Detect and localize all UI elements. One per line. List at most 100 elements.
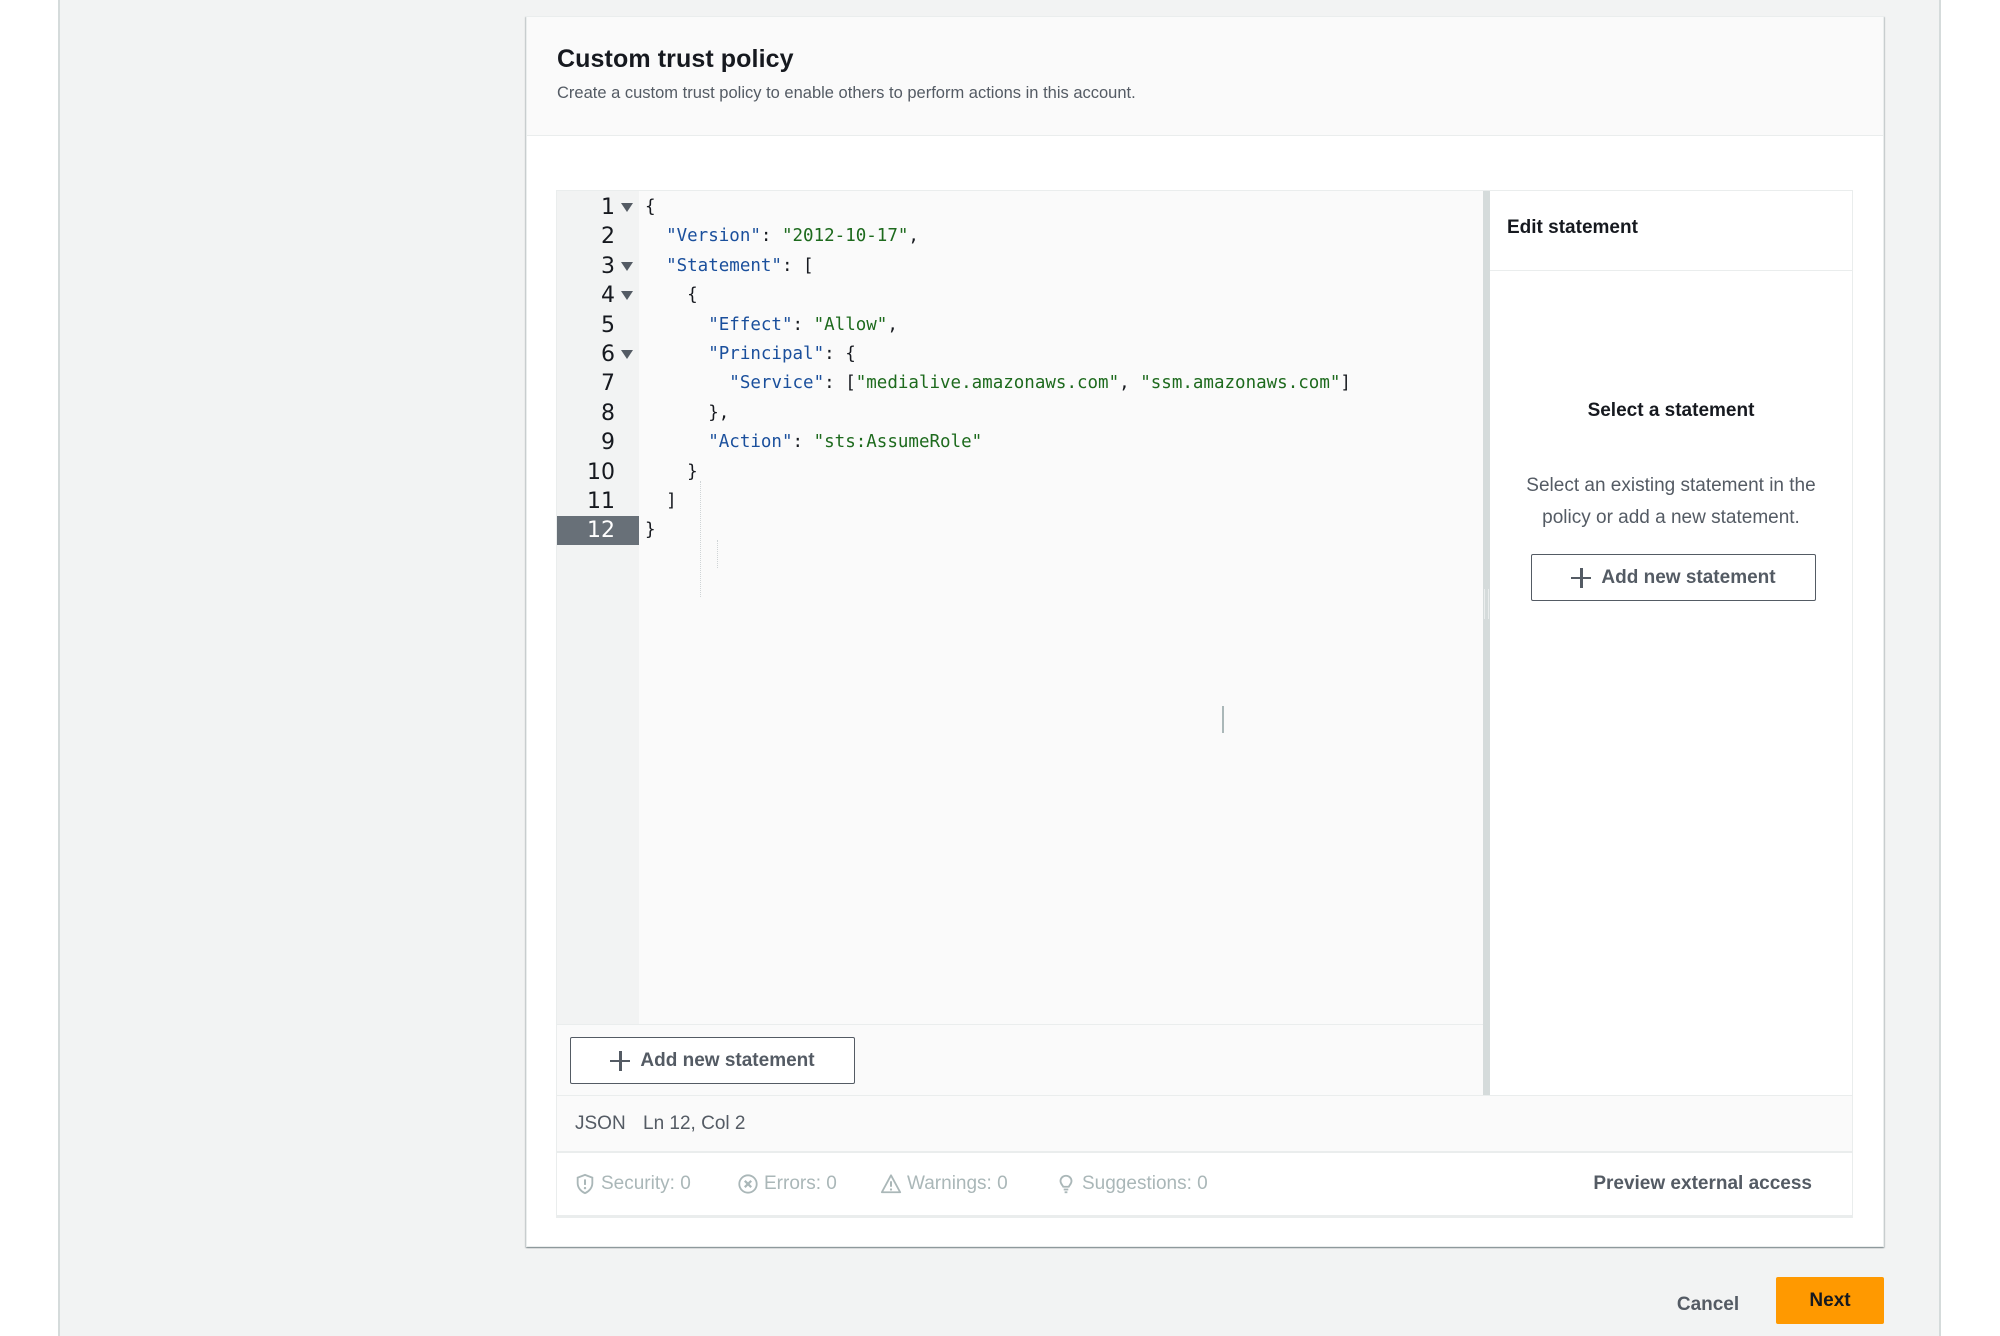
fold-arrow-icon[interactable] xyxy=(621,203,633,212)
resize-grip-icon xyxy=(1484,589,1489,619)
indent-guide xyxy=(700,481,701,597)
json-key: "Statement" xyxy=(666,255,782,276)
warning-icon xyxy=(880,1174,902,1194)
preview-external-access-button[interactable]: Preview external access xyxy=(1593,1173,1812,1195)
json-punctuation: : xyxy=(760,226,782,247)
security-check[interactable]: Security: 0 xyxy=(574,1173,691,1195)
shield-icon xyxy=(576,1173,594,1195)
line-number-text: 12 xyxy=(587,518,615,544)
json-punctuation: ] xyxy=(1340,373,1351,394)
policy-checks-bar: Security: 0 Errors: 0 Warnings: 0 Sugges… xyxy=(557,1153,1852,1217)
edit-statement-panel: Edit statement Select a statement Select… xyxy=(1490,191,1852,1095)
code-line[interactable]: { xyxy=(645,281,698,310)
json-punctuation: : { xyxy=(824,344,856,364)
json-punctuation: : [ xyxy=(781,255,814,276)
json-punctuation xyxy=(645,373,729,393)
line-number-text: 11 xyxy=(587,489,615,514)
line-number: 5 xyxy=(557,311,639,340)
line-number: 4 xyxy=(557,281,639,310)
line-number: 3 xyxy=(557,252,639,281)
line-number-text: 8 xyxy=(601,400,615,426)
line-number: 2 xyxy=(557,222,639,251)
fold-arrow-icon[interactable] xyxy=(621,291,633,301)
warnings-check[interactable]: Warnings: 0 xyxy=(880,1173,1008,1195)
line-number: 9 xyxy=(557,428,639,457)
errors-check[interactable]: Errors: 0 xyxy=(737,1173,837,1195)
json-punctuation xyxy=(645,226,666,246)
editor-status-bar: JSON Ln 12, Col 2 xyxy=(557,1095,1852,1153)
code-line[interactable]: "Service": ["medialive.amazonaws.com", "… xyxy=(645,369,1351,398)
line-number-text: 9 xyxy=(601,430,615,456)
json-string: "ssm.amazonaws.com" xyxy=(1140,373,1341,394)
add-new-statement-button[interactable]: Add new statement xyxy=(570,1037,855,1084)
json-key: "Principal" xyxy=(708,344,825,364)
add-new-statement-label: Add new statement xyxy=(640,1049,815,1071)
json-punctuation: ] xyxy=(645,491,677,511)
card-description: Create a custom trust policy to enable o… xyxy=(557,84,1136,102)
line-number: 12 xyxy=(557,516,639,546)
code-line[interactable]: { xyxy=(645,193,656,222)
security-count: Security: 0 xyxy=(601,1173,691,1194)
panel-resize-handle[interactable] xyxy=(1483,191,1490,1095)
json-punctuation xyxy=(645,432,708,452)
cancel-button[interactable]: Cancel xyxy=(1668,1283,1748,1327)
editor-footer: Add new statement xyxy=(557,1024,1483,1095)
line-number-text: 5 xyxy=(601,312,615,338)
fold-arrow-icon[interactable] xyxy=(621,350,633,359)
code-line[interactable]: "Action": "sts:AssumeRole" xyxy=(645,428,982,457)
line-number: 8 xyxy=(557,399,639,428)
json-string: "2012-10-17" xyxy=(781,226,909,247)
json-punctuation: } xyxy=(645,520,656,541)
line-number-text: 1 xyxy=(601,195,615,220)
json-key: "Action" xyxy=(708,432,793,453)
json-key: "Version" xyxy=(666,226,761,247)
warnings-count: Warnings: 0 xyxy=(907,1173,1008,1194)
code-line[interactable]: } xyxy=(645,458,698,487)
json-punctuation: , xyxy=(887,314,898,335)
json-string: "medialive.amazonaws.com" xyxy=(855,373,1120,394)
code-line[interactable]: } xyxy=(645,516,656,545)
card-header: Custom trust policy Create a custom trus… xyxy=(527,17,1883,136)
plus-icon xyxy=(1571,567,1592,588)
plus-icon xyxy=(610,1050,631,1071)
line-number: 1 xyxy=(557,193,639,222)
json-punctuation: , xyxy=(1119,373,1141,394)
add-new-statement-label: Add new statement xyxy=(1601,566,1776,588)
json-string: "sts:AssumeRole" xyxy=(813,432,983,453)
select-statement-description: Select an existing statement in the poli… xyxy=(1526,475,1816,528)
code-line[interactable]: ] xyxy=(645,487,677,516)
code-line[interactable]: }, xyxy=(645,399,729,428)
next-button[interactable]: Next xyxy=(1776,1277,1884,1324)
code-line[interactable]: "Statement": [ xyxy=(645,252,814,281)
fold-arrow-icon[interactable] xyxy=(621,261,633,271)
json-key: "Effect" xyxy=(708,314,793,335)
line-number-text: 2 xyxy=(601,224,615,250)
line-number-text: 7 xyxy=(601,371,615,397)
json-punctuation: : xyxy=(792,432,814,453)
suggestions-check[interactable]: Suggestions: 0 xyxy=(1055,1173,1208,1195)
cursor-position: Ln 12, Col 2 xyxy=(643,1113,746,1134)
line-number-text: 3 xyxy=(601,253,615,279)
card-title: Custom trust policy xyxy=(557,45,794,73)
edit-statement-title: Edit statement xyxy=(1507,217,1638,238)
code-line[interactable]: "Version": "2012-10-17", xyxy=(645,222,919,251)
line-number-text: 10 xyxy=(587,459,615,485)
json-punctuation: } xyxy=(645,461,698,482)
json-punctuation: { xyxy=(645,285,698,306)
line-number: 10 xyxy=(557,458,639,487)
json-punctuation xyxy=(645,344,708,364)
code-line[interactable]: "Effect": "Allow", xyxy=(645,311,898,340)
side-add-new-statement-button[interactable]: Add new statement xyxy=(1531,554,1816,601)
line-number: 7 xyxy=(557,369,639,398)
json-punctuation xyxy=(645,256,666,276)
code-line[interactable]: "Principal": { xyxy=(645,340,856,369)
json-punctuation: , xyxy=(908,226,919,247)
json-punctuation: : xyxy=(792,314,814,335)
json-punctuation: }, xyxy=(645,402,730,423)
code-editor[interactable]: 1 2 3 4 5 6 7 8 9 10 11 12 { "Version": "2012-10-17… xyxy=(557,191,1483,1024)
line-number: 11 xyxy=(557,487,639,516)
edit-statement-header: Edit statement xyxy=(1490,191,1852,271)
json-key: "Service" xyxy=(729,373,825,394)
error-icon xyxy=(738,1174,758,1194)
line-number: 6 xyxy=(557,340,639,369)
